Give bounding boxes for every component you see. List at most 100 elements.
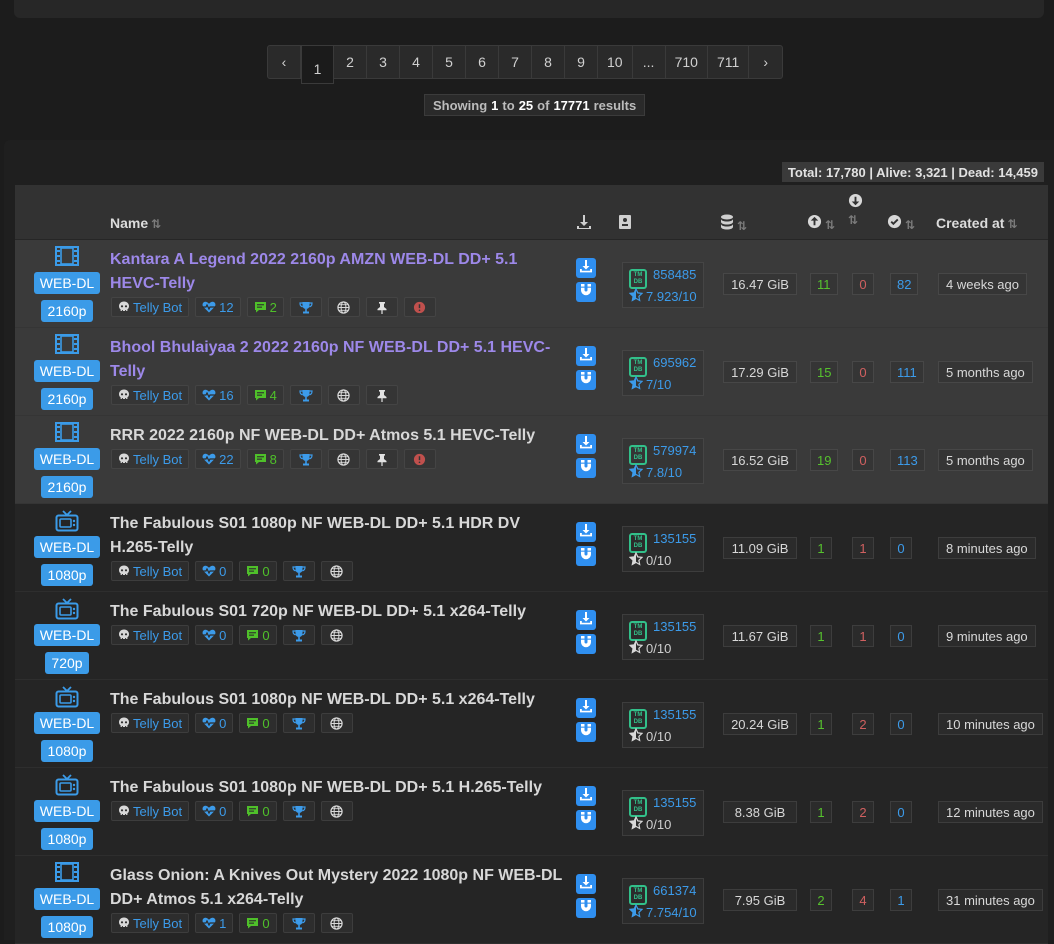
tmdb-box[interactable]: TM DB 135155 0/10 bbox=[622, 526, 704, 572]
tmdb-id[interactable]: 661374 bbox=[653, 883, 696, 898]
download-button[interactable] bbox=[576, 698, 596, 718]
pagination-page-1[interactable]: 1 bbox=[301, 46, 334, 84]
header-seeders[interactable]: ⇅ bbox=[807, 214, 835, 232]
magnet-button[interactable] bbox=[576, 810, 596, 830]
torrent-title-link[interactable]: Bhool Bhulaiyaa 2 2022 2160p NF WEB-DL D… bbox=[110, 336, 570, 384]
comments-chip[interactable]: 2 bbox=[246, 297, 284, 317]
pagination-page-5[interactable]: 5 bbox=[433, 46, 466, 78]
trophy-chip[interactable] bbox=[289, 449, 322, 469]
pagination-page-9[interactable]: 9 bbox=[565, 46, 598, 78]
thanks-chip[interactable]: 22 bbox=[195, 449, 241, 469]
globe-chip[interactable] bbox=[320, 561, 353, 581]
magnet-button[interactable] bbox=[576, 898, 596, 918]
thanks-chip[interactable]: 16 bbox=[195, 385, 241, 405]
pagination-page-6[interactable]: 6 bbox=[466, 46, 499, 78]
pagination-next[interactable]: › bbox=[749, 46, 782, 78]
trophy-chip[interactable] bbox=[282, 561, 315, 581]
magnet-button[interactable] bbox=[576, 722, 596, 742]
leechers-count[interactable]: 0 bbox=[852, 361, 874, 383]
tmdb-box[interactable]: TM DB 135155 0/10 bbox=[622, 614, 704, 660]
pagination-page-3[interactable]: 3 bbox=[367, 46, 400, 78]
pagination-page-8[interactable]: 8 bbox=[532, 46, 565, 78]
resolution-badge[interactable]: 1080p bbox=[41, 828, 93, 850]
download-button[interactable] bbox=[576, 346, 596, 366]
uploader-chip[interactable]: Telly Bot bbox=[111, 913, 190, 933]
seeders-count[interactable]: 11 bbox=[810, 273, 838, 295]
trophy-chip[interactable] bbox=[282, 625, 315, 645]
comments-chip[interactable]: 0 bbox=[239, 913, 277, 933]
comments-chip[interactable]: 4 bbox=[246, 385, 284, 405]
thanks-chip[interactable]: 12 bbox=[195, 297, 241, 317]
thanks-chip[interactable]: 0 bbox=[195, 625, 234, 645]
pagination-page-4[interactable]: 4 bbox=[400, 46, 433, 78]
download-button[interactable] bbox=[576, 522, 596, 542]
uploader-chip[interactable]: Telly Bot bbox=[111, 297, 190, 317]
globe-chip[interactable] bbox=[320, 625, 353, 645]
magnet-button[interactable] bbox=[576, 370, 596, 390]
torrent-title-link[interactable]: The Fabulous S01 1080p NF WEB-DL DD+ 5.1… bbox=[110, 776, 570, 800]
trophy-chip[interactable] bbox=[282, 713, 315, 733]
tv-icon[interactable] bbox=[55, 510, 79, 532]
completed-count[interactable]: 0 bbox=[890, 801, 912, 823]
tmdb-id[interactable]: 135155 bbox=[653, 531, 696, 546]
header-leechers[interactable]: ⇅ bbox=[848, 193, 863, 227]
comments-chip[interactable]: 0 bbox=[239, 625, 277, 645]
tmdb-id[interactable]: 695962 bbox=[653, 355, 696, 370]
tmdb-id[interactable]: 579974 bbox=[653, 443, 696, 458]
pagination-page-10[interactable]: 10 bbox=[598, 46, 633, 78]
leechers-count[interactable]: 1 bbox=[852, 625, 874, 647]
globe-chip[interactable] bbox=[320, 713, 353, 733]
pagination-page-710[interactable]: 710 bbox=[666, 46, 708, 78]
category-badge[interactable]: WEB-DL bbox=[34, 448, 100, 470]
pagination-page-2[interactable]: 2 bbox=[334, 46, 367, 78]
leechers-count[interactable]: 2 bbox=[852, 713, 874, 735]
torrent-title-link[interactable]: The Fabulous S01 720p NF WEB-DL DD+ 5.1 … bbox=[110, 600, 570, 624]
uploader-chip[interactable]: Telly Bot bbox=[111, 625, 190, 645]
trophy-chip[interactable] bbox=[282, 801, 315, 821]
tmdb-id[interactable]: 858485 bbox=[653, 267, 696, 282]
header-created[interactable]: Created at ⇅ bbox=[936, 215, 1018, 231]
film-icon[interactable] bbox=[55, 246, 79, 268]
uploader-chip[interactable]: Telly Bot bbox=[111, 801, 190, 821]
leechers-count[interactable]: 1 bbox=[852, 537, 874, 559]
comments-chip[interactable]: 0 bbox=[239, 801, 277, 821]
seeders-count[interactable]: 1 bbox=[810, 537, 832, 559]
thanks-chip[interactable]: 0 bbox=[195, 713, 234, 733]
comments-chip[interactable]: 0 bbox=[239, 561, 277, 581]
completed-count[interactable]: 0 bbox=[890, 625, 912, 647]
tv-icon[interactable] bbox=[55, 774, 79, 796]
tmdb-box[interactable]: TM DB 695962 7/10 bbox=[622, 350, 704, 396]
tmdb-box[interactable]: TM DB 858485 7.923/10 bbox=[622, 262, 704, 308]
leechers-count[interactable]: 4 bbox=[852, 889, 874, 911]
completed-count[interactable]: 82 bbox=[890, 273, 919, 295]
uploader-chip[interactable]: Telly Bot bbox=[111, 561, 190, 581]
completed-count[interactable]: 1 bbox=[890, 889, 912, 911]
completed-count[interactable]: 111 bbox=[890, 361, 924, 383]
pagination-page-7[interactable]: 7 bbox=[499, 46, 532, 78]
thanks-chip[interactable]: 0 bbox=[195, 801, 234, 821]
trophy-chip[interactable] bbox=[289, 385, 322, 405]
category-badge[interactable]: WEB-DL bbox=[34, 272, 100, 294]
resolution-badge[interactable]: 1080p bbox=[41, 916, 93, 938]
film-icon[interactable] bbox=[55, 422, 79, 444]
torrent-title-link[interactable]: RRR 2022 2160p NF WEB-DL DD+ Atmos 5.1 H… bbox=[110, 424, 570, 448]
trophy-chip[interactable] bbox=[282, 913, 315, 933]
trophy-chip[interactable] bbox=[289, 297, 322, 317]
globe-chip[interactable] bbox=[320, 801, 353, 821]
completed-count[interactable]: 0 bbox=[890, 537, 912, 559]
leechers-count[interactable]: 0 bbox=[852, 449, 874, 471]
comments-chip[interactable]: 0 bbox=[239, 713, 277, 733]
header-completed[interactable]: ⇅ bbox=[887, 214, 915, 232]
seeders-count[interactable]: 2 bbox=[810, 889, 832, 911]
comments-chip[interactable]: 8 bbox=[246, 449, 284, 469]
uploader-chip[interactable]: Telly Bot bbox=[111, 385, 190, 405]
pagination-page-711[interactable]: 711 bbox=[708, 46, 750, 78]
film-icon[interactable] bbox=[55, 862, 79, 884]
category-badge[interactable]: WEB-DL bbox=[34, 888, 100, 910]
film-icon[interactable] bbox=[55, 334, 79, 356]
tmdb-id[interactable]: 135155 bbox=[653, 619, 696, 634]
tmdb-box[interactable]: TM DB 135155 0/10 bbox=[622, 790, 704, 836]
header-name[interactable]: Name ⇅ bbox=[110, 215, 161, 231]
pagination-prev[interactable]: ‹ bbox=[268, 46, 301, 78]
globe-chip[interactable] bbox=[327, 297, 360, 317]
